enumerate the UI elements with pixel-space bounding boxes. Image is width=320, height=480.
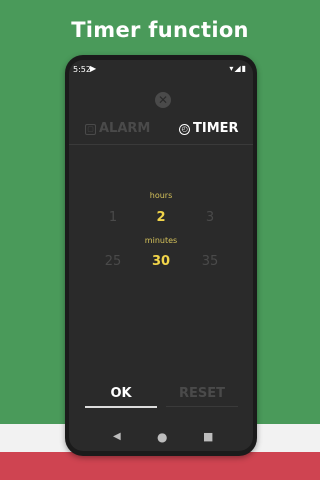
hours-label: hours — [149, 191, 173, 200]
reset-button[interactable]: RESET — [166, 386, 238, 401]
signal-battery-icons: ▾◢▮ — [229, 64, 247, 73]
clock-icon: ◴ — [179, 124, 190, 135]
alarm-icon: ▢ — [85, 124, 96, 135]
hours-option[interactable]: 3 — [200, 210, 220, 225]
phone-screen: 5:52 ▶ ▾◢▮ ✕ ▢ ALARM ◴ TIMER hours 1 2 3 m… — [69, 60, 253, 451]
phone-frame: 5:52 ▶ ▾◢▮ ✕ ▢ ALARM ◴ TIMER hours 1 2 3 m… — [65, 55, 257, 456]
minutes-option[interactable]: 25 — [103, 254, 123, 269]
status-bar: 5:52 ▶ ▾◢▮ — [69, 60, 253, 78]
hours-option[interactable]: 1 — [103, 210, 123, 225]
back-icon[interactable]: ◀ — [113, 431, 121, 442]
minutes-label: minutes — [144, 236, 178, 245]
status-time: 5:52 — [73, 65, 91, 74]
tab-alarm-label: ALARM — [99, 121, 151, 136]
promo-headline: Timer function — [71, 18, 249, 42]
navigation-bar: ◀ ● ■ — [69, 425, 253, 451]
ok-underline — [85, 406, 157, 408]
tab-bar: ▢ ALARM ◴ TIMER — [69, 118, 253, 145]
tab-timer-label: TIMER — [193, 121, 239, 136]
background-red-stripe — [0, 452, 320, 480]
tab-alarm[interactable]: ▢ ALARM — [85, 121, 150, 136]
ok-button[interactable]: OK — [85, 386, 157, 401]
home-icon[interactable]: ● — [157, 430, 167, 444]
minutes-option[interactable]: 35 — [200, 254, 220, 269]
recents-icon[interactable]: ■ — [203, 430, 213, 443]
close-icon[interactable]: ✕ — [155, 92, 171, 108]
play-icon: ▶ — [90, 64, 97, 73]
tab-timer[interactable]: ◴ TIMER — [179, 121, 239, 136]
reset-underline — [166, 406, 238, 407]
hours-selected[interactable]: 2 — [151, 210, 171, 225]
minutes-selected[interactable]: 30 — [151, 254, 171, 269]
